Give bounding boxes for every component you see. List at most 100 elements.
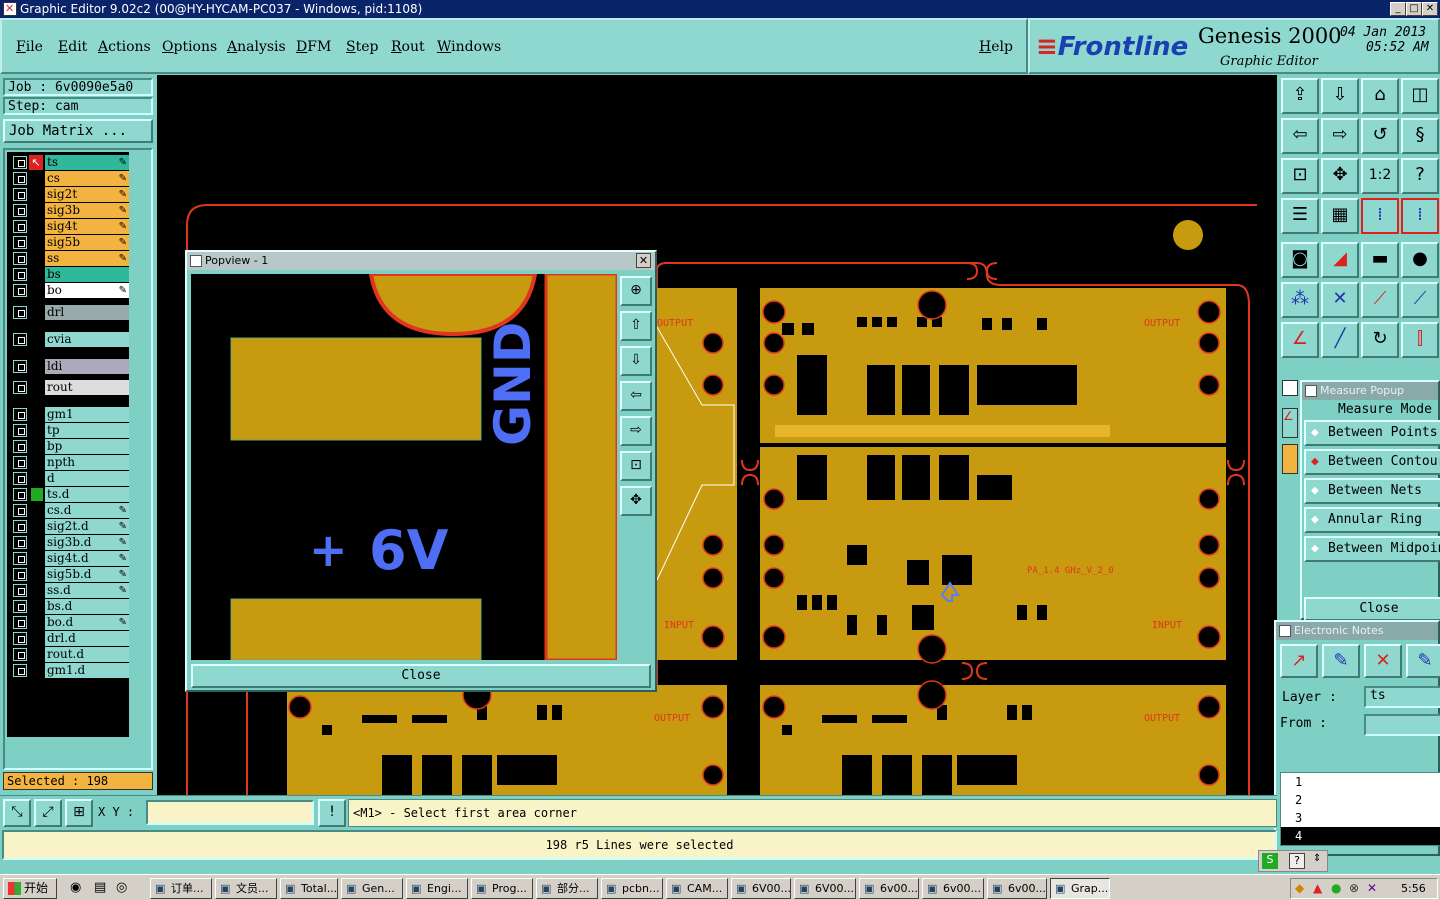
layer-row-ss[interactable]: ss ✎ (13, 251, 129, 266)
tool-down-icon[interactable]: ⇩ (1321, 78, 1359, 114)
layer-row-sig2t[interactable]: sig2t ✎ (13, 187, 129, 202)
layer-row-drl[interactable]: drl (13, 305, 129, 320)
tray-s-icon[interactable]: S (1262, 853, 1278, 869)
measure-tool-icon[interactable]: ⤢ (34, 799, 62, 827)
taskbar-item[interactable]: 部分... (536, 878, 598, 899)
layer-checkbox[interactable] (13, 360, 27, 373)
tool-snap2-icon[interactable]: ⁞ (1401, 198, 1439, 234)
quicklaunch-media-icon[interactable]: ◎ (116, 880, 127, 895)
measure-option[interactable]: ◆ Between Contours (1304, 449, 1440, 475)
notes-link-icon[interactable]: ✎ (1406, 644, 1440, 678)
grid-tool-icon[interactable]: ⊞ (65, 799, 93, 827)
zoom-area-icon[interactable]: ⤡ (3, 799, 31, 827)
layer-row-gm1[interactable]: gm1 (13, 407, 129, 422)
tray-icon-1[interactable]: ◆ (1295, 881, 1304, 895)
layer-row-sig5b-d[interactable]: sig5b.d ✎ (13, 567, 129, 582)
taskbar-item[interactable]: 6v00... (987, 878, 1047, 899)
menu-file[interactable]: File (16, 39, 43, 55)
job-matrix-button[interactable]: Job Matrix ... (3, 119, 153, 143)
layer-checkbox[interactable] (13, 600, 27, 613)
pv-down-icon[interactable]: ⇩ (620, 346, 652, 376)
layer-checkbox[interactable] (13, 632, 27, 645)
layer-row-npth[interactable]: npth (13, 455, 129, 470)
layer-row-sig5b[interactable]: sig5b ✎ (13, 235, 129, 250)
tool-settings-icon[interactable]: ☰ (1281, 198, 1319, 234)
tray-icon-5[interactable]: ✕ (1367, 881, 1377, 895)
tool-fit-icon[interactable]: ⊡ (1281, 158, 1319, 194)
taskbar-item[interactable]: Engi... (406, 878, 468, 899)
tool-nodes-icon[interactable]: ⁂ (1281, 282, 1319, 318)
layer-checkbox[interactable] (13, 440, 27, 453)
layer-checkbox[interactable] (13, 520, 27, 533)
notes-from-field[interactable] (1364, 714, 1440, 736)
notes-edit-icon[interactable]: ✎ (1322, 644, 1360, 678)
tool-partial3-icon[interactable] (1282, 444, 1298, 474)
menu-edit[interactable]: Edit (58, 39, 87, 55)
layer-checkbox[interactable] (13, 552, 27, 565)
layer-checkbox[interactable] (13, 204, 27, 217)
tool-redraw-icon[interactable]: § (1401, 118, 1439, 154)
tool-angle-icon[interactable]: ∠ (1281, 322, 1319, 358)
layer-row-sig3b-d[interactable]: sig3b.d ✎ (13, 535, 129, 550)
pv-right-icon[interactable]: ⇨ (620, 416, 652, 446)
layer-row-sig2t-d[interactable]: sig2t.d ✎ (13, 519, 129, 534)
taskbar-item[interactable]: Grap... (1050, 878, 1110, 899)
tool-cross-icon[interactable]: ✕ (1321, 282, 1359, 318)
layer-checkbox[interactable] (13, 306, 27, 319)
layer-row-drl-d[interactable]: drl.d (13, 631, 129, 646)
layer-checkbox[interactable] (13, 456, 27, 469)
tool-snap-icon[interactable]: ⁞ (1361, 198, 1399, 234)
notes-list-item[interactable]: 4 (1281, 827, 1440, 845)
tray-icon-2[interactable]: ▲ (1313, 881, 1322, 895)
layer-row-bs[interactable]: bs (13, 267, 129, 282)
notes-layer-field[interactable]: ts (1364, 686, 1440, 708)
measure-option[interactable]: ◆ Annular Ring (1304, 507, 1440, 533)
start-button[interactable]: 开始 (3, 878, 57, 899)
pv-pan-icon[interactable]: ✥ (620, 486, 652, 516)
pv-up-icon[interactable]: ⇧ (620, 311, 652, 341)
layer-row-bo-d[interactable]: bo.d ✎ (13, 615, 129, 630)
measure-close-button[interactable]: Close (1304, 597, 1440, 621)
layer-checkbox[interactable] (13, 333, 27, 346)
layer-checkbox[interactable] (13, 236, 27, 249)
taskbar-item[interactable]: Prog... (471, 878, 533, 899)
tool-grid-icon[interactable]: ▦ (1321, 198, 1359, 234)
layer-row-ts[interactable]: ↖ ts ✎ (13, 155, 129, 170)
pv-zoom-in-icon[interactable]: ⊕ (620, 276, 652, 306)
layer-checkbox[interactable] (13, 616, 27, 629)
measure-option[interactable]: ◆ Between Points (1304, 420, 1440, 446)
layer-row-bs-d[interactable]: bs.d (13, 599, 129, 614)
layer-row-rout-d[interactable]: rout.d (13, 647, 129, 662)
tool-left-icon[interactable]: ⇦ (1281, 118, 1319, 154)
quicklaunch-desktop-icon[interactable]: ▤ (94, 880, 106, 895)
tool-select-icon[interactable]: ◙ (1281, 242, 1319, 278)
notes-add-icon[interactable]: ↗ (1280, 644, 1318, 678)
layer-row-bo[interactable]: bo ✎ (13, 283, 129, 298)
layer-row-gm1-d[interactable]: gm1.d (13, 663, 129, 678)
layer-row-cs[interactable]: cs ✎ (13, 171, 129, 186)
tool-help-icon[interactable]: ? (1401, 158, 1439, 194)
layer-checkbox[interactable] (13, 156, 27, 169)
layer-checkbox[interactable] (13, 220, 27, 233)
layer-row-cvia[interactable]: cvia (13, 332, 129, 347)
menu-rout[interactable]: Rout (391, 39, 425, 55)
tool-arc-icon[interactable]: ↻ (1361, 322, 1399, 358)
menu-analysis[interactable]: Analysis (227, 39, 286, 55)
taskbar-item[interactable]: 文员... (215, 878, 277, 899)
layer-checkbox[interactable] (13, 568, 27, 581)
notes-list-item[interactable]: 1 (1281, 773, 1440, 791)
tool-right-icon[interactable]: ⇨ (1321, 118, 1359, 154)
tool-window-icon[interactable]: ◫ (1401, 78, 1439, 114)
layer-checkbox[interactable] (13, 268, 27, 281)
layer-row-ts-d[interactable]: ts.d (13, 487, 129, 502)
maximize-icon[interactable]: □ (1406, 2, 1422, 16)
layer-checkbox[interactable] (13, 488, 27, 501)
tool-house-icon[interactable]: ⌂ (1361, 78, 1399, 114)
layer-row-tp[interactable]: tp (13, 423, 129, 438)
layer-row-sig3b[interactable]: sig3b ✎ (13, 203, 129, 218)
layer-checkbox[interactable] (13, 648, 27, 661)
layer-checkbox[interactable] (13, 536, 27, 549)
tray-help-icon[interactable]: ? (1289, 853, 1305, 869)
layer-checkbox[interactable] (13, 188, 27, 201)
quicklaunch-ie-icon[interactable]: ◉ (70, 880, 81, 895)
